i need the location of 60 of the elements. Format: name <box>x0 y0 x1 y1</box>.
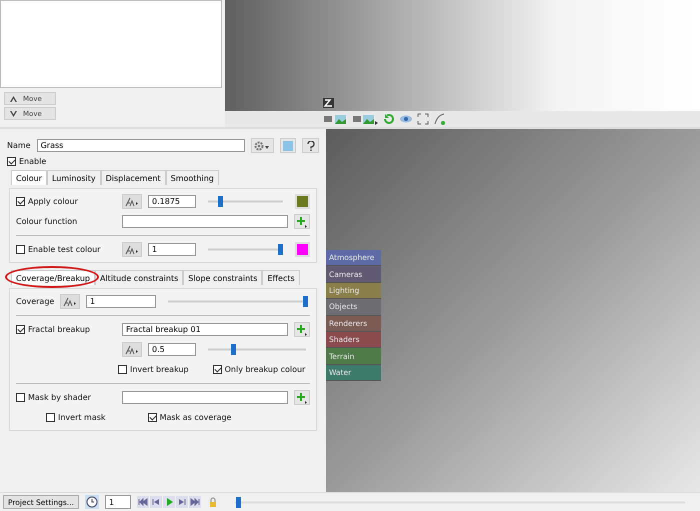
arrow-icon <box>10 96 17 102</box>
tab[interactable]: Coverage/Breakup <box>11 270 95 285</box>
value-field[interactable]: 1 <box>86 295 156 308</box>
tab[interactable]: Colour <box>11 170 47 185</box>
tab[interactable]: Altitude constraints <box>94 270 184 285</box>
tab[interactable]: Smoothing <box>166 170 219 185</box>
function-icon <box>125 344 139 354</box>
add-button[interactable] <box>294 390 310 405</box>
enable-checkbox[interactable]: Enable <box>7 157 319 166</box>
clock-icon[interactable] <box>84 495 99 509</box>
help-icon <box>306 140 315 150</box>
checkbox[interactable]: Mask by shader <box>16 393 116 402</box>
colour-function-field[interactable] <box>122 215 288 228</box>
function-button[interactable] <box>122 242 142 257</box>
add-button[interactable] <box>294 214 310 229</box>
checkbox[interactable]: Invert breakup <box>118 365 189 374</box>
tab[interactable]: Effects <box>262 270 300 285</box>
refresh-icon[interactable] <box>383 113 395 125</box>
field-label: Coverage <box>16 297 54 306</box>
colour-swatch[interactable] <box>295 194 310 209</box>
curve-icon[interactable] <box>434 113 446 125</box>
function-button[interactable] <box>122 342 142 357</box>
frame-icon[interactable] <box>417 113 429 125</box>
arrow-icon <box>10 110 17 116</box>
field-label: Colour function <box>16 217 78 226</box>
camera-image-icon[interactable] <box>352 113 378 125</box>
checkbox[interactable]: Enable test colour <box>16 245 116 254</box>
function-icon <box>125 196 139 206</box>
zoom-icon[interactable] <box>323 98 334 108</box>
function-icon <box>63 296 77 306</box>
tab[interactable]: Slope constraints <box>183 270 262 285</box>
function-icon <box>125 244 139 254</box>
gear-button[interactable] <box>250 138 274 153</box>
function-button[interactable] <box>122 194 142 209</box>
shader-field[interactable] <box>122 391 288 404</box>
value-field[interactable]: 0.1875 <box>148 195 196 208</box>
add-button[interactable] <box>294 322 310 337</box>
checkbox[interactable]: Invert mask <box>46 413 106 422</box>
checkbox[interactable]: Apply colour <box>16 197 116 206</box>
camera-image-icon[interactable] <box>323 113 347 125</box>
frame-field[interactable]: 1 <box>104 495 131 509</box>
help-button[interactable] <box>302 138 319 153</box>
tab[interactable]: Displacement <box>100 170 166 185</box>
skip-end-icon[interactable] <box>188 496 201 508</box>
skip-start-icon[interactable] <box>136 496 149 508</box>
shader-field[interactable]: Fractal breakup 01 <box>122 323 288 336</box>
checkbox[interactable]: Only breakup colour <box>212 365 306 374</box>
function-button[interactable] <box>60 294 80 309</box>
checkbox[interactable]: Fractal breakup <box>16 325 116 334</box>
play-icon[interactable] <box>162 496 175 508</box>
tab[interactable]: Luminosity <box>46 170 101 185</box>
checkbox[interactable]: Mask as coverage <box>148 413 232 422</box>
colour-swatch[interactable] <box>295 242 310 257</box>
eye-icon[interactable] <box>400 113 412 125</box>
field-label: Name <box>7 141 31 150</box>
step-back-icon[interactable] <box>150 496 162 508</box>
step-forward-icon[interactable] <box>176 496 188 508</box>
name-field[interactable]: Grass <box>36 139 245 152</box>
value-field[interactable]: 1 <box>148 243 196 256</box>
value-field[interactable]: 0.5 <box>148 343 196 356</box>
